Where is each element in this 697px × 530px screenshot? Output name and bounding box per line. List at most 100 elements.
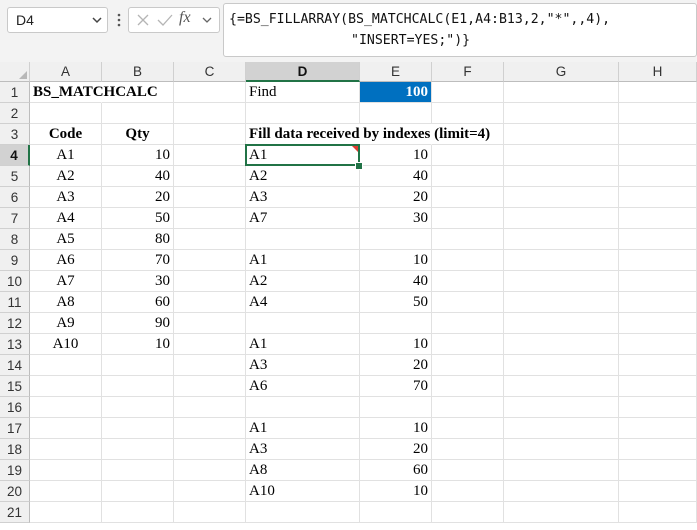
cell-c12[interactable] [174,313,246,334]
fill-handle[interactable] [355,162,363,170]
cell-c15[interactable] [174,376,246,397]
cell-d14[interactable]: A3 [246,355,360,376]
column-header-g[interactable]: G [504,62,619,82]
cell-h21[interactable] [619,502,697,523]
cell-g16[interactable] [504,397,619,418]
column-header-c[interactable]: C [174,62,246,82]
cell-h2[interactable] [619,103,697,124]
cell-g7[interactable] [504,208,619,229]
cell-b9[interactable]: 70 [102,250,174,271]
cell-d15[interactable]: A6 [246,376,360,397]
cell-f12[interactable] [432,313,504,334]
cell-c7[interactable] [174,208,246,229]
cell-a1[interactable]: BS_MATCHCALC [30,82,158,103]
cell-b11[interactable]: 60 [102,292,174,313]
cell-g8[interactable] [504,229,619,250]
cell-e16[interactable] [360,397,432,418]
row-header-7[interactable]: 7 [0,208,30,229]
cell-g15[interactable] [504,376,619,397]
cell-d12[interactable] [246,313,360,334]
cell-d10[interactable]: A2 [246,271,360,292]
cell-b6[interactable]: 20 [102,187,174,208]
cell-c13[interactable] [174,334,246,355]
cell-b2[interactable] [102,103,174,124]
cell-g6[interactable] [504,187,619,208]
cell-a5[interactable]: A2 [30,166,102,187]
cell-e10[interactable]: 40 [360,271,432,292]
cell-e7[interactable]: 30 [360,208,432,229]
row-header-15[interactable]: 15 [0,376,30,397]
cell-c1[interactable] [174,82,246,103]
more-options-icon[interactable] [116,12,122,28]
cell-h20[interactable] [619,481,697,502]
cell-e3[interactable] [360,124,432,145]
cell-b20[interactable] [102,481,174,502]
cell-b4[interactable]: 10 [102,145,174,166]
cell-a4[interactable]: A1 [30,145,102,166]
cell-f11[interactable] [432,292,504,313]
cell-e2[interactable] [360,103,432,124]
row-header-8[interactable]: 8 [0,229,30,250]
cell-d18[interactable]: A3 [246,439,360,460]
cell-g18[interactable] [504,439,619,460]
cell-c8[interactable] [174,229,246,250]
cell-a10[interactable]: A7 [30,271,102,292]
row-header-10[interactable]: 10 [0,271,30,292]
cell-d3[interactable]: Fill data received by indexes (limit=4) [246,124,490,145]
cell-a18[interactable] [30,439,102,460]
cell-e12[interactable] [360,313,432,334]
cell-f1[interactable] [432,82,504,103]
cell-g12[interactable] [504,313,619,334]
cell-h12[interactable] [619,313,697,334]
cell-a11[interactable]: A8 [30,292,102,313]
cell-h10[interactable] [619,271,697,292]
cell-b21[interactable] [102,502,174,523]
select-all-corner[interactable] [0,62,30,82]
cell-c2[interactable] [174,103,246,124]
cell-h3[interactable] [619,124,697,145]
cell-d9[interactable]: A1 [246,250,360,271]
cell-f18[interactable] [432,439,504,460]
cell-b12[interactable]: 90 [102,313,174,334]
cell-h16[interactable] [619,397,697,418]
cell-f20[interactable] [432,481,504,502]
cell-b14[interactable] [102,355,174,376]
cell-b8[interactable]: 80 [102,229,174,250]
cell-g5[interactable] [504,166,619,187]
cell-d16[interactable] [246,397,360,418]
cell-a3[interactable]: Code [30,124,102,145]
cell-g19[interactable] [504,460,619,481]
cell-e14[interactable]: 20 [360,355,432,376]
cell-a8[interactable]: A5 [30,229,102,250]
cell-b7[interactable]: 50 [102,208,174,229]
cell-g9[interactable] [504,250,619,271]
row-header-20[interactable]: 20 [0,481,30,502]
row-header-14[interactable]: 14 [0,355,30,376]
cell-a2[interactable] [30,103,102,124]
cell-h1[interactable] [619,82,697,103]
cell-e17[interactable]: 10 [360,418,432,439]
column-header-a[interactable]: A [30,62,102,82]
cell-h11[interactable] [619,292,697,313]
cell-c11[interactable] [174,292,246,313]
cell-d1[interactable]: Find [246,82,360,103]
cell-h17[interactable] [619,418,697,439]
cell-g13[interactable] [504,334,619,355]
cell-c6[interactable] [174,187,246,208]
row-header-16[interactable]: 16 [0,397,30,418]
cell-d17[interactable]: A1 [246,418,360,439]
cell-b3[interactable]: Qty [102,124,174,145]
cell-e1[interactable]: 100 [360,82,432,103]
cell-h7[interactable] [619,208,697,229]
row-header-6[interactable]: 6 [0,187,30,208]
cell-b17[interactable] [102,418,174,439]
cell-f19[interactable] [432,460,504,481]
cell-a12[interactable]: A9 [30,313,102,334]
cell-c19[interactable] [174,460,246,481]
cell-e6[interactable]: 20 [360,187,432,208]
cell-f13[interactable] [432,334,504,355]
cell-b19[interactable] [102,460,174,481]
cell-b13[interactable]: 10 [102,334,174,355]
insert-function-button[interactable]: fx [179,9,191,27]
check-icon[interactable] [156,12,174,28]
